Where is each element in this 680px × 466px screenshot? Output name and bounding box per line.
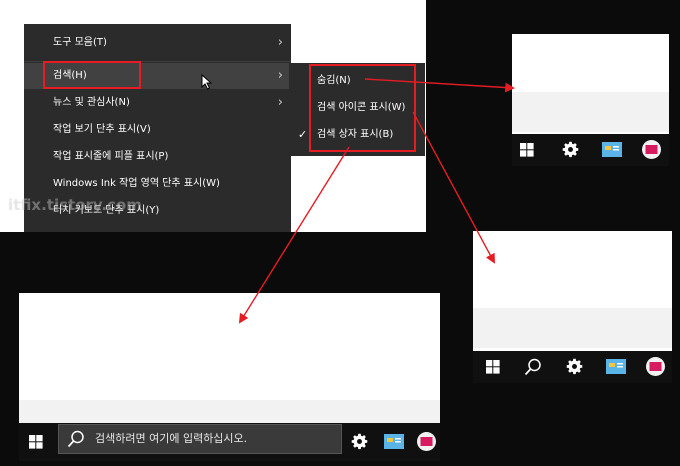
arrow-search-icon (412, 111, 495, 264)
arrow-hidden (364, 78, 515, 93)
arrow-search-box (238, 146, 350, 324)
annotation-arrows (238, 78, 515, 324)
